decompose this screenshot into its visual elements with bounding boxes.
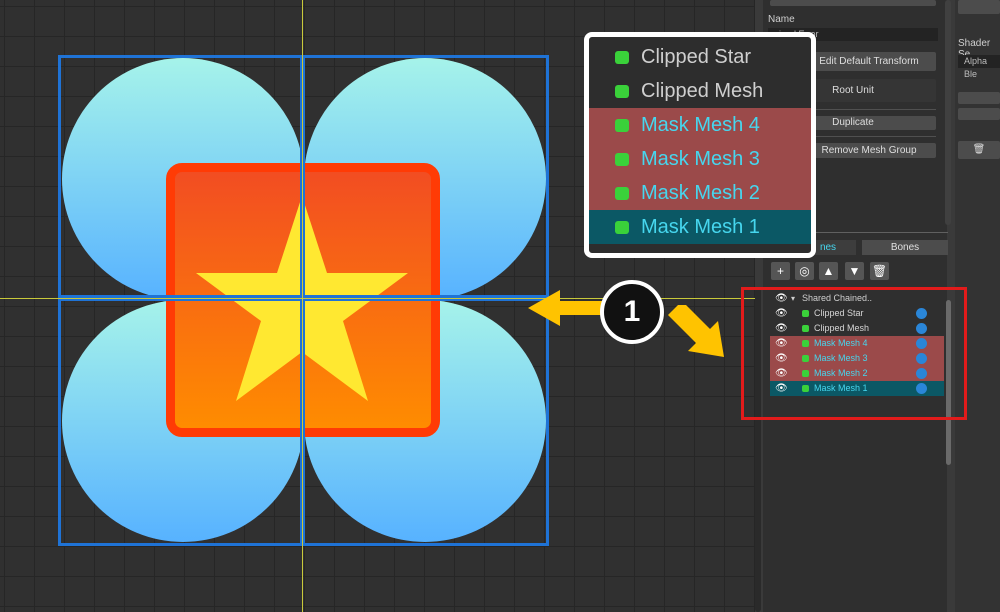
- arrow-down-right-icon: [668, 305, 724, 357]
- zoom-list-item: Mask Mesh 4: [589, 108, 811, 142]
- zoom-list-item: Clipped Mesh: [589, 74, 811, 108]
- delete-mesh-button[interactable]: 🗑: [870, 262, 889, 280]
- arrow-left-icon: [528, 290, 602, 326]
- move-up-button[interactable]: ▲: [819, 262, 838, 280]
- mesh-icon: [615, 119, 629, 132]
- add-mesh-button[interactable]: +: [771, 262, 790, 280]
- property-slider[interactable]: [958, 108, 1000, 120]
- layers-icon: ◎: [799, 264, 810, 278]
- mesh-icon: [615, 85, 629, 98]
- mesh-icon: [615, 51, 629, 64]
- triangle-up-icon: ▲: [822, 264, 835, 278]
- zoom-list-item: Mask Mesh 2: [589, 176, 811, 210]
- modifier-button[interactable]: [770, 0, 936, 6]
- move-down-button[interactable]: ▼: [845, 262, 864, 280]
- mesh-selection-box[interactable]: [58, 295, 305, 546]
- zoom-list-item: Mask Mesh 1: [589, 210, 811, 244]
- shader-select[interactable]: Alpha Ble: [958, 55, 1000, 79]
- triangle-down-icon: ▼: [848, 264, 861, 278]
- delete-icon-button[interactable]: 🗑: [958, 141, 1000, 159]
- properties-button[interactable]: [958, 0, 1000, 14]
- name-label: Name: [768, 14, 795, 25]
- mesh-icon: [615, 221, 629, 234]
- highlight-frame: [741, 287, 967, 420]
- zoom-list-item: Clipped Star: [589, 40, 811, 74]
- plus-icon: +: [776, 264, 784, 278]
- trash-icon: 🗑: [871, 264, 888, 278]
- mesh-icon: [615, 153, 629, 166]
- tab-bones[interactable]: Bones: [862, 240, 948, 255]
- layer-button[interactable]: ◎: [795, 262, 814, 280]
- mesh-selection-box[interactable]: [300, 295, 549, 546]
- step-number-badge: 1: [600, 280, 664, 344]
- trash-icon: 🗑: [972, 144, 986, 155]
- mesh-selection-box[interactable]: [58, 55, 305, 301]
- vertical-guide-line: [302, 0, 303, 612]
- zoomed-list-callout: Clipped Star Clipped Mesh Mask Mesh 4 Ma…: [584, 32, 816, 258]
- inspector-scrollbar[interactable]: [945, 0, 951, 225]
- mesh-icon: [615, 187, 629, 200]
- zoom-list-item: Mask Mesh 3: [589, 142, 811, 176]
- property-slider[interactable]: [958, 92, 1000, 104]
- mesh-selection-box[interactable]: [300, 55, 549, 301]
